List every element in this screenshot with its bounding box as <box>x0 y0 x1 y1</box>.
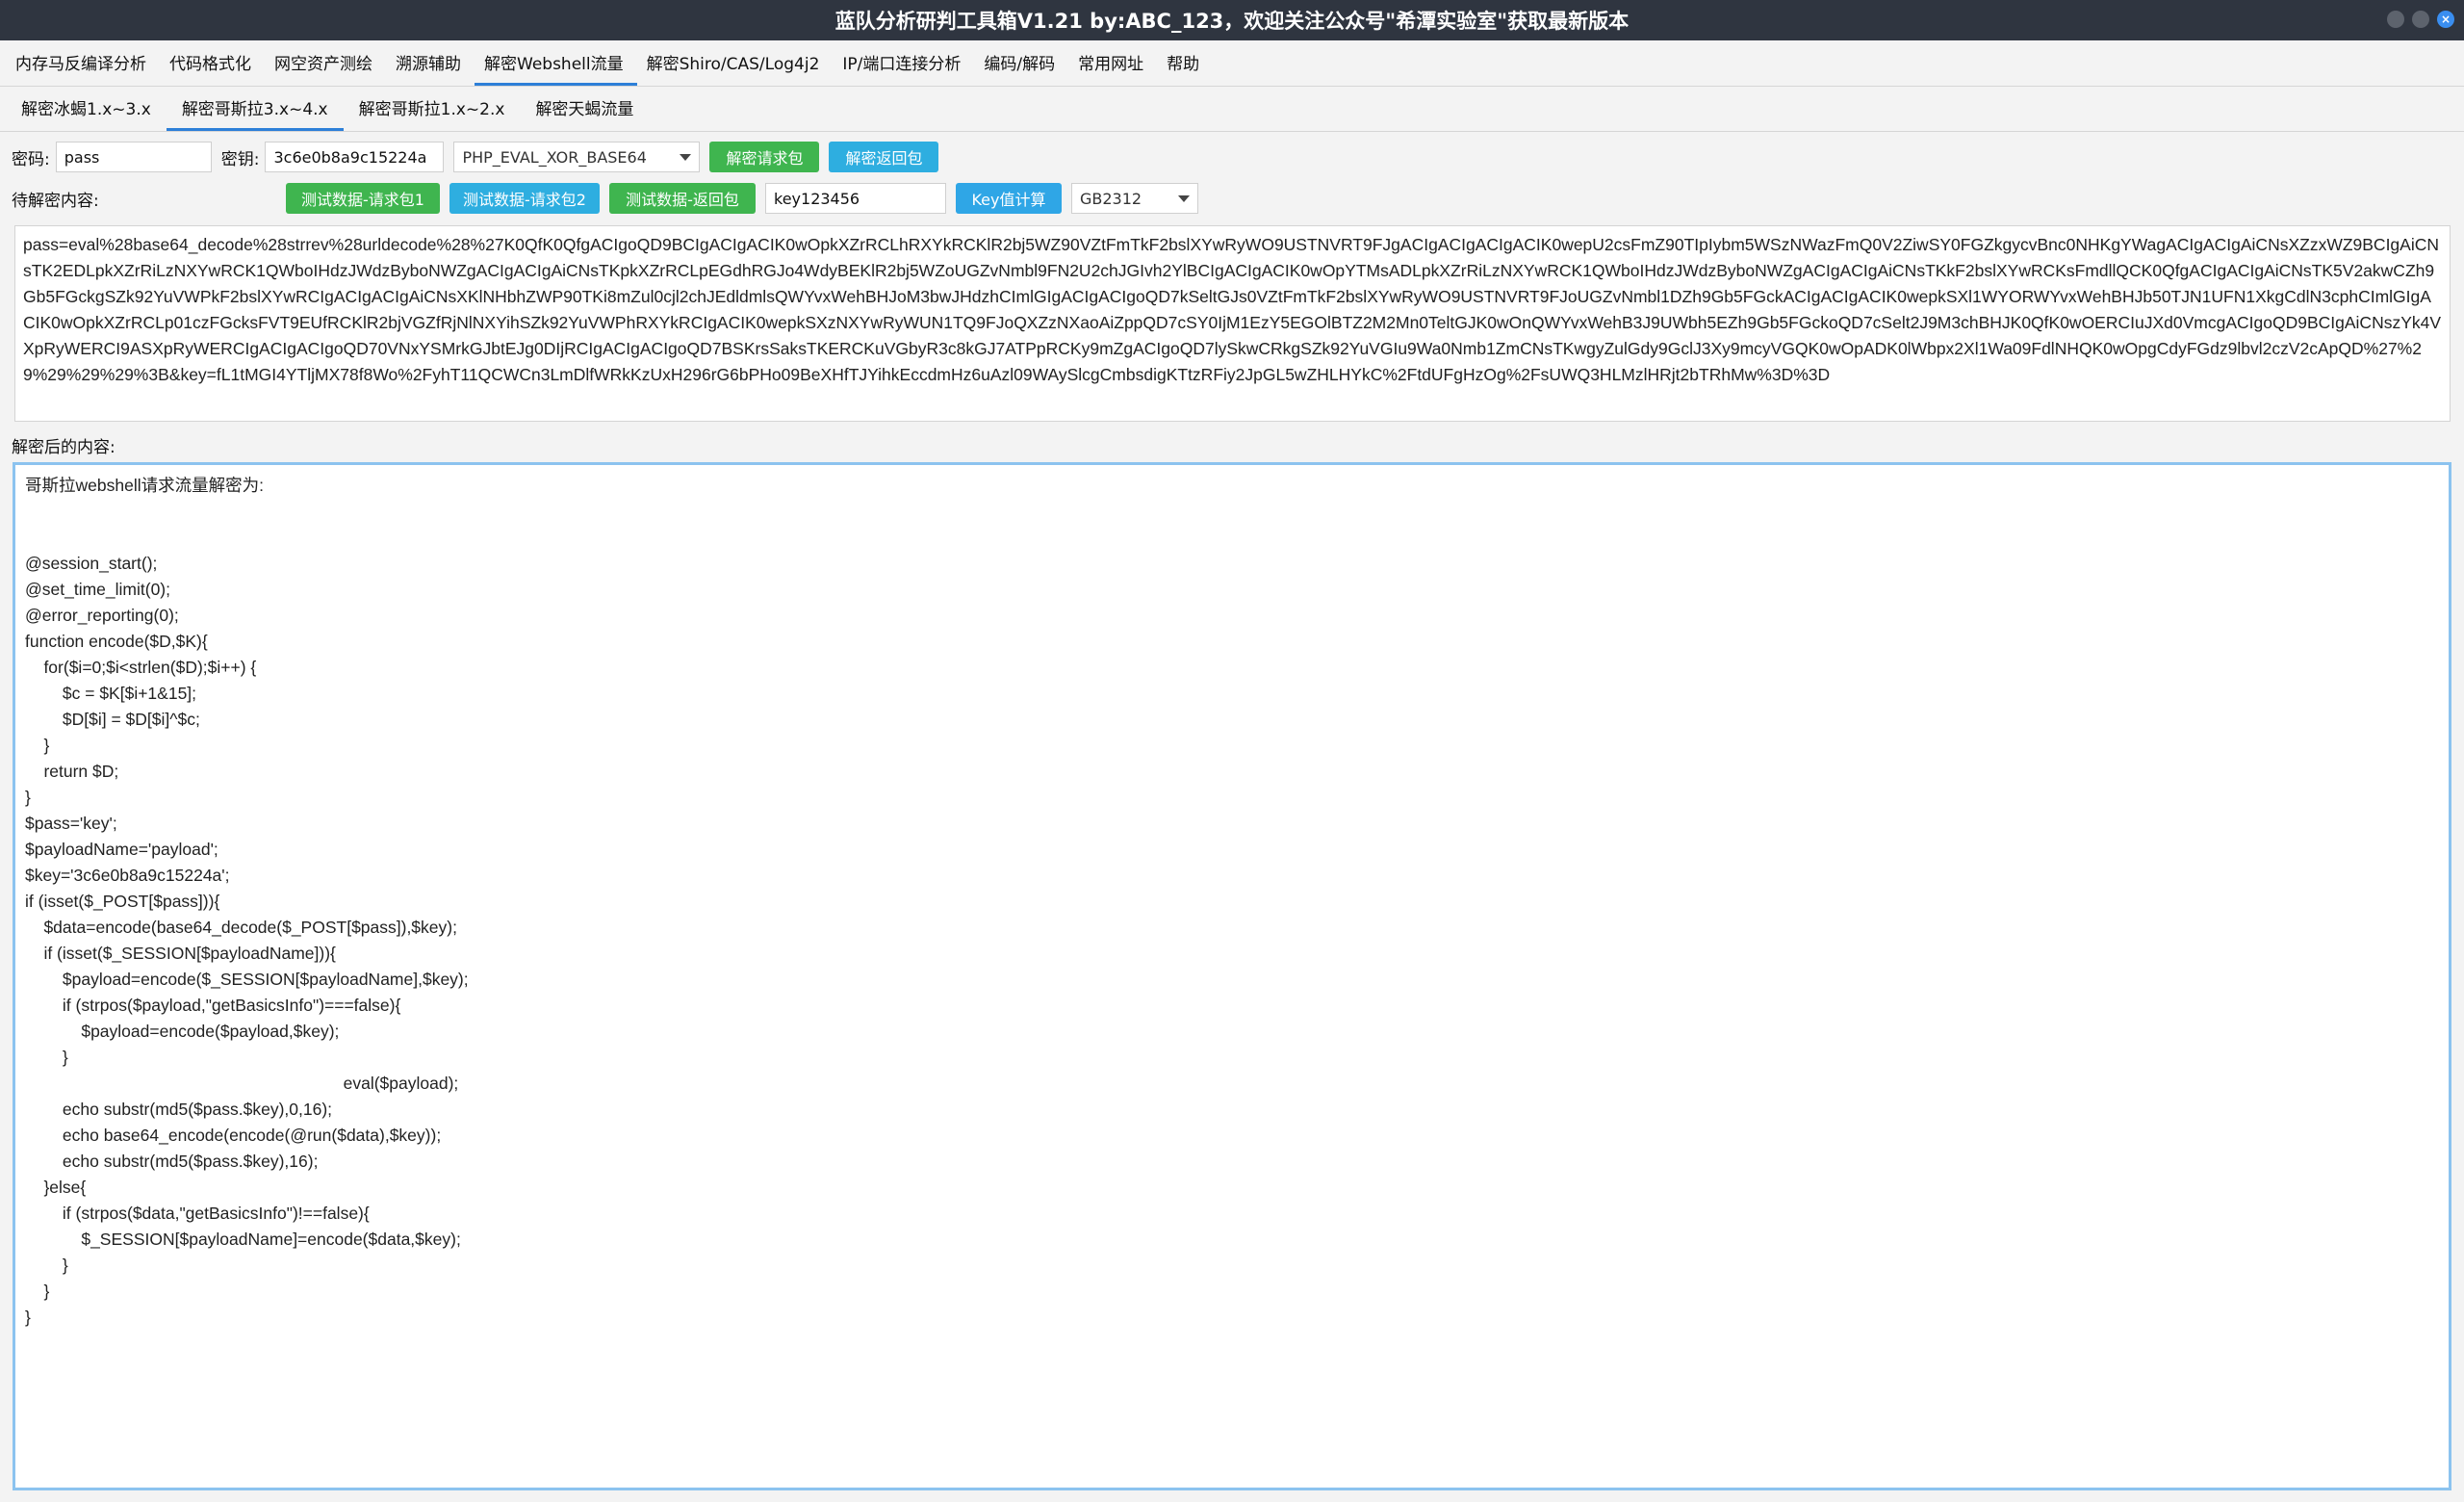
menu-tracing[interactable]: 溯源辅助 <box>386 49 475 86</box>
encrypted-input-textarea[interactable]: pass=eval%28base64_decode%28strrev%28url… <box>14 225 2451 422</box>
password-label: 密码: <box>12 149 50 169</box>
menu-help[interactable]: 帮助 <box>1157 49 1213 86</box>
mode-select-value: PHP_EVAL_XOR_BASE64 <box>462 147 647 167</box>
menu-code-format[interactable]: 代码格式化 <box>160 49 265 86</box>
tab-godzilla-1-2[interactable]: 解密哥斯拉1.x~2.x <box>344 94 521 131</box>
chevron-down-icon <box>680 153 692 161</box>
key-calc-input[interactable]: key123456 <box>765 183 946 214</box>
sub-tabs: 解密冰蝎1.x~3.x 解密哥斯拉3.x~4.x 解密哥斯拉1.x~2.x 解密… <box>0 93 2464 132</box>
test-row: 待解密内容: 测试数据-请求包1 测试数据-请求包2 测试数据-返回包 key1… <box>12 182 1198 215</box>
key-label: 密钥: <box>220 149 260 169</box>
menu-asset-mapping[interactable]: 网空资产测绘 <box>265 49 386 86</box>
key-row: 密码: pass 密钥: 3c6e0b8a9c15224a PHP_EVAL_X… <box>12 141 939 173</box>
test-response-button[interactable]: 测试数据-返回包 <box>609 183 756 214</box>
maximize-icon[interactable] <box>2412 11 2429 28</box>
minimize-icon[interactable] <box>2387 11 2404 28</box>
menu-urls[interactable]: 常用网址 <box>1068 49 1157 86</box>
menu-ip-port[interactable]: IP/端口连接分析 <box>833 49 974 86</box>
menu-memory-shell[interactable]: 内存马反编译分析 <box>6 49 160 86</box>
close-icon[interactable]: × <box>2437 11 2454 28</box>
test-request2-button[interactable]: 测试数据-请求包2 <box>449 183 600 214</box>
output-label: 解密后的内容: <box>12 438 116 457</box>
decrypt-response-button[interactable]: 解密返回包 <box>829 142 939 172</box>
pending-label: 待解密内容: <box>12 191 99 211</box>
key-calc-button[interactable]: Key值计算 <box>956 183 1062 214</box>
key-input[interactable]: 3c6e0b8a9c15224a <box>265 142 445 172</box>
menu-webshell-decrypt[interactable]: 解密Webshell流量 <box>475 49 637 86</box>
decrypt-request-button[interactable]: 解密请求包 <box>709 142 820 172</box>
main-menu: 内存马反编译分析 代码格式化 网空资产测绘 溯源辅助 解密Webshell流量 … <box>0 48 2464 87</box>
decrypted-output-textarea[interactable]: 哥斯拉webshell请求流量解密为: @session_start(); @s… <box>13 462 2451 1490</box>
menu-encode-decode[interactable]: 编码/解码 <box>974 49 1068 86</box>
chevron-down-icon <box>1178 194 1190 202</box>
mode-select[interactable]: PHP_EVAL_XOR_BASE64 <box>453 142 701 172</box>
title-bar: 蓝队分析研判工具箱V1.21 by:ABC_123，欢迎关注公众号"希潭实验室"… <box>0 0 2464 40</box>
tab-godzilla-3-4[interactable]: 解密哥斯拉3.x~4.x <box>166 94 344 131</box>
tab-tianxie[interactable]: 解密天蝎流量 <box>520 94 649 131</box>
encoding-select-value: GB2312 <box>1080 189 1142 208</box>
test-request1-button[interactable]: 测试数据-请求包1 <box>286 183 440 214</box>
window-title: 蓝队分析研判工具箱V1.21 by:ABC_123，欢迎关注公众号"希潭实验室"… <box>834 10 1630 33</box>
encoding-select[interactable]: GB2312 <box>1071 183 1198 214</box>
tab-behinder[interactable]: 解密冰蝎1.x~3.x <box>6 94 167 131</box>
password-input[interactable]: pass <box>55 142 212 172</box>
window-controls: × <box>2387 11 2454 28</box>
menu-shiro-decrypt[interactable]: 解密Shiro/CAS/Log4j2 <box>637 49 834 86</box>
